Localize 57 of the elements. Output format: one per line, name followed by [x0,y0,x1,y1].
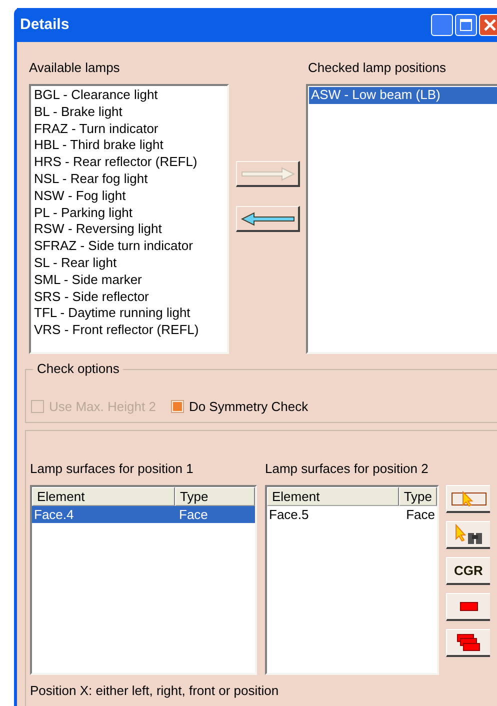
table-row[interactable]: Face.4 Face [32,506,255,523]
list-box[interactable]: ASW - Low beam (LB) [306,84,497,354]
cgr-button[interactable]: CGR [446,557,490,585]
close-icon [484,19,496,31]
list-item[interactable]: HRS - Rear reflector (REFL) [32,154,226,171]
maximize-button[interactable] [455,14,477,36]
list-box[interactable] [29,84,229,354]
checkbox[interactable] [170,400,184,413]
table-label: Lamp surfaces for position 2 [265,461,430,477]
table-cell-text: Face.5 [268,506,310,523]
maximize-icon [460,19,472,31]
list-item[interactable]: TFL - Daytime running light [32,305,226,322]
table-row[interactable]: Face.5 Face [267,506,437,523]
column-header[interactable]: Element [267,487,399,506]
list-item[interactable]: RSW - Reversing light [32,221,226,238]
table-cell-text: Face [178,506,209,523]
status-text: Position X: either left, right, front or position [30,682,280,700]
table-cell-text: Face [405,506,436,523]
window-title: Details [19,14,70,35]
stacked-bars-icon [456,634,480,652]
list-item[interactable]: SL - Rear light [32,254,226,272]
list-item[interactable]: BL - Brake light [32,104,226,121]
list-label: Available lamps [29,60,121,76]
list-item[interactable]: FRAZ - Turn indicator [32,120,226,138]
select-button[interactable] [446,485,490,513]
surface-table[interactable]: Element Type Face.4 Face [30,485,257,675]
table-label: Lamp surfaces for position 1 [30,461,194,477]
list-item[interactable]: PL - Parking light [32,204,226,222]
list-item[interactable]: ASW - Low beam (LB) [309,87,497,104]
cursor-binoculars-icon [452,524,484,546]
arrow-button[interactable] [236,206,300,232]
bar-icon [460,602,478,611]
column-header[interactable]: Type [398,487,437,506]
list-item[interactable]: SRS - Side reflector [32,288,226,306]
close-button[interactable] [479,14,497,36]
list-item[interactable]: HBL - Third brake light [32,137,226,154]
list-item[interactable]: VRS - Front reflector (REFL) [32,322,226,339]
search-button[interactable] [446,521,490,549]
column-header[interactable]: Element [32,487,175,506]
list-label: Checked lamp positions [307,60,448,76]
group-label: Check options [33,361,124,377]
remove-all-button[interactable] [446,629,490,657]
right-arrow-icon [240,166,296,180]
list-item[interactable]: NSL - Rear fog light [32,170,226,188]
list-item[interactable]: SFRAZ - Side turn indicator [32,238,226,255]
help-button[interactable] [431,14,453,36]
check-mark-icon [172,402,182,411]
column-header[interactable]: Type [175,487,255,506]
checkbox-label: Do Symmetry Check [188,398,308,416]
list-item[interactable]: NSW - Fog light [32,188,226,205]
select-cursor-icon [450,490,486,506]
list-item[interactable]: SML - Side marker [32,272,226,289]
left-arrow-icon [240,212,296,226]
surface-table[interactable]: Element Type Face.5 Face [265,485,439,675]
table-cell-text: Face.4 [33,506,75,523]
list-item[interactable]: BGL - Clearance light [32,87,226,104]
remove-button[interactable] [446,593,490,621]
